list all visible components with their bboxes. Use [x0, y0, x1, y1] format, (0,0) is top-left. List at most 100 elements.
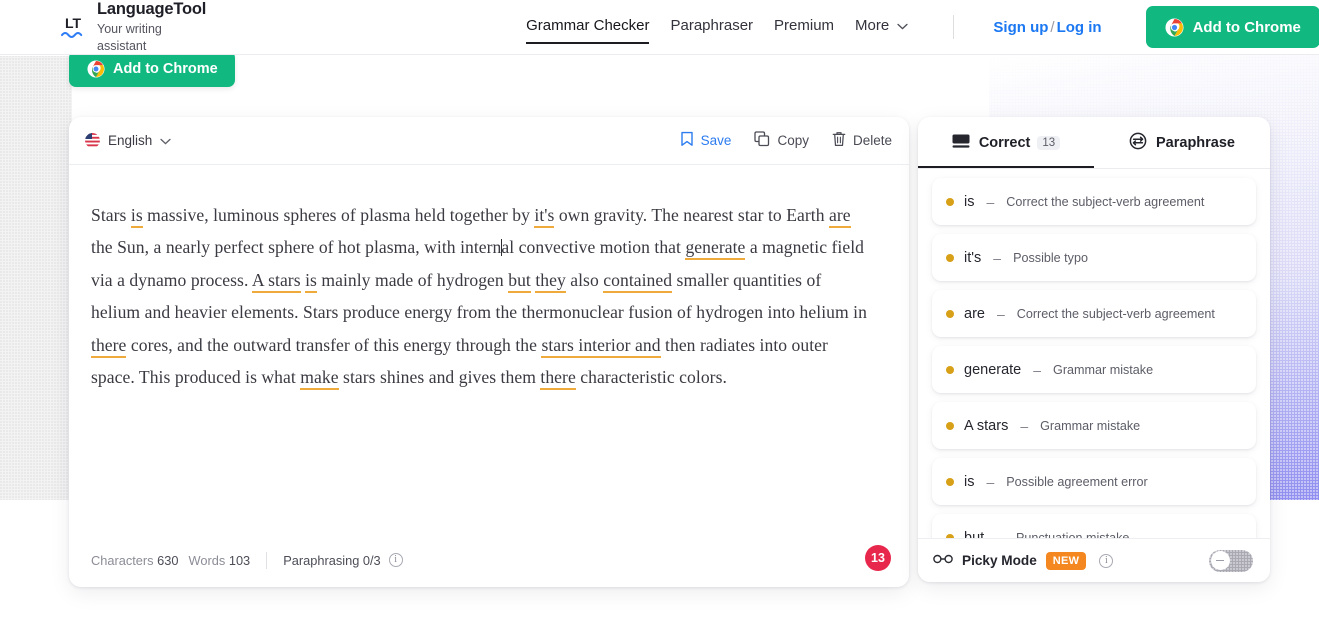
- left-texture-decoration: [0, 55, 72, 500]
- login-link[interactable]: Log in: [1057, 19, 1102, 36]
- severity-dot-icon: [946, 309, 954, 318]
- suggestion-description: Correct the subject-verb agreement: [1006, 194, 1205, 209]
- trash-icon: [832, 131, 846, 150]
- words-stat: Words 103: [189, 553, 251, 568]
- language-selector[interactable]: English: [85, 132, 171, 150]
- suggestion-item[interactable]: are – Correct the subject-verb agreement: [932, 290, 1256, 337]
- tab-correct[interactable]: Correct 13: [918, 117, 1094, 168]
- suggestion-description: Punctuation mistake: [1015, 530, 1130, 539]
- language-label: English: [108, 133, 153, 148]
- nav-item-paraphraser[interactable]: Paraphraser: [670, 17, 753, 37]
- characters-value: 630: [157, 552, 179, 568]
- grammar-error-span[interactable]: stars interior and: [541, 334, 661, 358]
- tab-correct-label: Correct: [978, 134, 1031, 151]
- info-icon[interactable]: i: [388, 553, 403, 567]
- suggestion-dash: –: [986, 473, 995, 490]
- chrome-icon: [1165, 18, 1184, 37]
- nav-item-more-label: More: [855, 17, 890, 34]
- grammar-error-span[interactable]: but: [508, 269, 531, 293]
- editor-toolbar: English Save Copy Delete: [69, 117, 909, 165]
- suggestion-dash: –: [986, 193, 995, 210]
- suggestion-item[interactable]: is – Correct the subject-verb agreement: [932, 178, 1256, 225]
- suggestion-item[interactable]: A stars – Grammar mistake: [932, 402, 1256, 449]
- grammar-error-span[interactable]: is: [305, 269, 317, 293]
- grammar-error-span[interactable]: contained: [603, 269, 673, 293]
- grammar-error-span[interactable]: are: [829, 205, 851, 228]
- nav-item-premium[interactable]: Premium: [774, 17, 834, 37]
- grammar-error-span[interactable]: they: [535, 269, 566, 293]
- suggestion-dash: –: [1020, 417, 1029, 434]
- floating-add-to-chrome-label: Add to Chrome: [113, 61, 218, 77]
- page-root: LT LanguageTool Your writing assistant G…: [0, 0, 1319, 620]
- paraphrasing-stat: Paraphrasing 0/3: [283, 552, 381, 568]
- floating-add-to-chrome-button[interactable]: Add to Chrome: [69, 51, 235, 87]
- brand-tagline: Your writing assistant: [97, 21, 162, 53]
- delete-button[interactable]: Delete: [832, 131, 892, 150]
- suggestion-word: it's: [964, 249, 982, 266]
- suggestion-list: is – Correct the subject-verb agreement it'…: [918, 169, 1270, 538]
- suggestion-dash: –: [996, 529, 1004, 539]
- document-text[interactable]: Stars is massive, luminous spheres of pl…: [91, 199, 873, 393]
- severity-dot-icon: [946, 477, 954, 486]
- save-button[interactable]: Save: [680, 131, 732, 150]
- suggestion-item[interactable]: it's – Possible typo: [932, 234, 1256, 281]
- chrome-icon: [86, 59, 105, 79]
- nav-item-more[interactable]: More: [855, 17, 909, 37]
- text-cursor: [500, 239, 502, 257]
- grammar-error-span[interactable]: generate: [685, 237, 746, 261]
- delete-label: Delete: [852, 133, 892, 148]
- words-label: Words: [188, 552, 226, 568]
- refresh-circle-icon: [1129, 132, 1147, 154]
- severity-dot-icon: [946, 365, 954, 374]
- suggestions-panel: Correct 13 Paraphrase is – Correct the sub…: [918, 117, 1270, 582]
- suggestion-description: Possible agreement error: [1006, 474, 1148, 489]
- suggestion-dash: –: [996, 305, 1005, 322]
- document-editor-area[interactable]: Stars is massive, luminous spheres of pl…: [69, 165, 909, 539]
- copy-label: Copy: [777, 133, 809, 148]
- editor-toolbar-actions: Save Copy Delete: [680, 131, 892, 150]
- info-icon[interactable]: i: [1099, 553, 1114, 568]
- tab-paraphrase[interactable]: Paraphrase: [1094, 117, 1270, 168]
- us-flag-icon: [85, 133, 100, 148]
- grammar-error-span[interactable]: there: [540, 367, 576, 391]
- suggestion-dash: –: [1033, 361, 1042, 378]
- chevron-down-icon: [160, 132, 171, 150]
- signup-link[interactable]: Sign up: [993, 19, 1048, 36]
- suggestion-description: Correct the subject-verb agreement: [1016, 306, 1215, 321]
- error-count-badge[interactable]: 13: [865, 545, 891, 571]
- picky-mode-bar: Picky Mode NEW i: [918, 538, 1270, 582]
- toggle-knob: [1210, 551, 1230, 570]
- chevron-down-icon: [897, 21, 909, 33]
- suggestion-item[interactable]: is – Possible agreement error: [932, 458, 1256, 505]
- picky-mode-toggle[interactable]: [1209, 549, 1253, 572]
- add-to-chrome-button[interactable]: Add to Chrome: [1145, 6, 1319, 48]
- grammar-error-span[interactable]: it's: [534, 205, 555, 228]
- words-value: 103: [228, 552, 251, 568]
- copy-button[interactable]: Copy: [754, 131, 809, 150]
- brand-text: LanguageTool Your writing assistant: [97, 0, 206, 54]
- grammar-error-span[interactable]: A stars: [251, 269, 301, 293]
- grammar-error-span[interactable]: is: [130, 205, 143, 228]
- nav-divider: [953, 15, 955, 39]
- grammar-error-span[interactable]: make: [300, 367, 339, 391]
- auth-separator: /: [1050, 18, 1055, 36]
- suggestion-word: are: [964, 305, 985, 322]
- suggestion-word: is: [964, 193, 975, 210]
- main-nav: Grammar Checker Paraphraser Premium More…: [526, 6, 1319, 48]
- nav-item-grammar-checker[interactable]: Grammar Checker: [526, 17, 650, 44]
- suggestion-item[interactable]: generate – Grammar mistake: [932, 346, 1256, 393]
- suggestion-word: A stars: [964, 417, 1009, 434]
- save-label: Save: [700, 133, 732, 148]
- auth-links[interactable]: Sign up / Log in: [993, 19, 1101, 36]
- tab-correct-badge: 13: [1037, 135, 1061, 150]
- editor-status-bar: Characters 630 Words 103 Paraphrasing 0/…: [69, 539, 909, 587]
- brand-logo-block[interactable]: LT LanguageTool Your writing assistant: [58, 0, 206, 54]
- picky-mode-new-badge: NEW: [1045, 551, 1087, 570]
- suggestion-item[interactable]: but – Punctuation mistake: [932, 514, 1256, 538]
- copy-icon: [754, 131, 770, 150]
- picky-mode-label: Picky Mode: [962, 553, 1037, 568]
- bookmark-icon: [680, 131, 694, 150]
- grammar-error-span[interactable]: there: [91, 334, 127, 358]
- tab-paraphrase-label: Paraphrase: [1156, 134, 1235, 151]
- panel-tabs: Correct 13 Paraphrase: [918, 117, 1270, 169]
